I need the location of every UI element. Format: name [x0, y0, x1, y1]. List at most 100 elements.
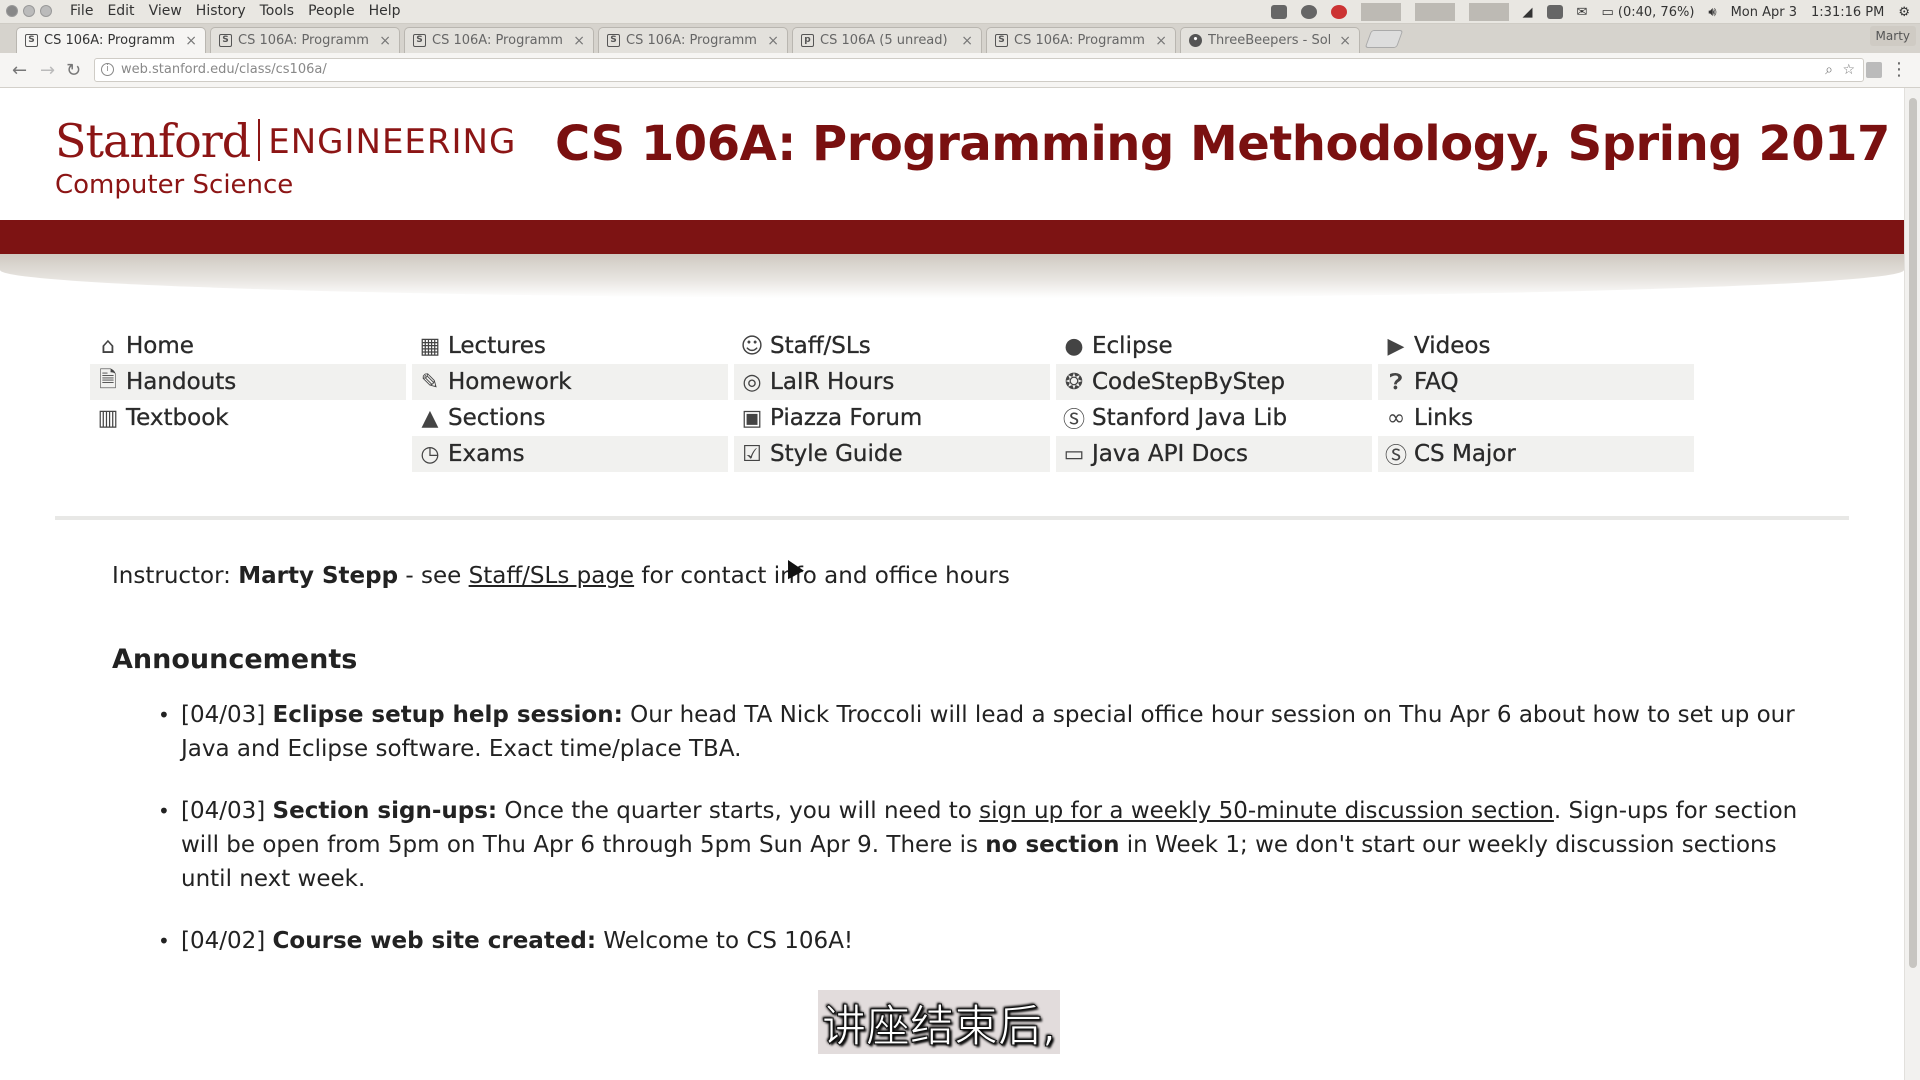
announcement-title: Course web site created:	[272, 928, 597, 954]
menu-people[interactable]: People	[308, 3, 355, 19]
instructor-name: Marty Stepp	[238, 563, 399, 589]
page-scrollbar[interactable]	[1904, 88, 1920, 1080]
camera-icon[interactable]	[1270, 5, 1287, 19]
profile-button[interactable]: Marty	[1869, 26, 1916, 46]
close-tab-icon[interactable]: ×	[379, 33, 391, 49]
menu-history[interactable]: History	[196, 3, 246, 19]
keyboard-layout-icon[interactable]	[1546, 5, 1563, 19]
settings-gear-icon[interactable]: ⚙	[1898, 5, 1910, 20]
nav-lair-hours[interactable]: ◎ LaIR Hours	[734, 364, 1050, 400]
tray-thumbnail[interactable]	[1414, 3, 1455, 21]
battery-indicator[interactable]: ▭ (0:40, 76%)	[1601, 5, 1694, 20]
nav-label: FAQ	[1414, 369, 1459, 395]
close-tab-icon[interactable]: ×	[961, 33, 973, 49]
announcement-date: [04/02]	[181, 928, 266, 954]
document-icon: 🗎	[99, 368, 117, 393]
browser-menu-icon[interactable]: ⋮	[1890, 59, 1908, 80]
nav-cs-major[interactable]: Ⓢ CS Major	[1378, 436, 1694, 472]
tab-cs106a-5[interactable]: S CS 106A: Programm ×	[986, 27, 1176, 53]
tab-title: CS 106A: Programm	[238, 33, 369, 48]
nav-videos[interactable]: ▶ Videos	[1378, 328, 1694, 364]
close-tab-icon[interactable]: ×	[185, 33, 197, 49]
menu-edit[interactable]: Edit	[107, 3, 134, 19]
nav-links[interactable]: ∞ Links	[1378, 400, 1694, 436]
nav-label: Stanford Java Lib	[1092, 405, 1288, 431]
smiley-icon: ☺	[740, 333, 764, 359]
tab-cs106a-2[interactable]: S CS 106A: Programm ×	[210, 27, 400, 53]
menu-tools[interactable]: Tools	[260, 3, 295, 19]
no-entry-icon[interactable]	[1330, 5, 1347, 19]
nav-faq[interactable]: ❓︎ FAQ	[1378, 364, 1694, 400]
instructor-suffix: for contact info and office hours	[634, 563, 1010, 589]
maximize-window-button[interactable]	[40, 5, 52, 17]
bookmark-star-icon[interactable]: ☆	[1842, 62, 1855, 78]
site-info-icon[interactable]: i	[101, 63, 114, 76]
nav-column-4: ● Eclipse ❂ CodeStepByStep Ⓢ Stanford Java …	[1056, 328, 1372, 472]
sync-icon[interactable]	[1300, 5, 1317, 19]
nav-label: Links	[1414, 405, 1474, 431]
wifi-icon[interactable]: ◢	[1523, 5, 1533, 20]
stanford-engineering-logo[interactable]: Stanford ENGINEERING Computer Science	[55, 114, 516, 200]
link-icon: ∞	[1386, 405, 1406, 431]
piazza-icon: p	[801, 34, 814, 47]
nav-textbook[interactable]: ▥ Textbook	[90, 400, 406, 436]
stanford-s-icon: Ⓢ	[1384, 444, 1407, 469]
close-tab-icon[interactable]: ×	[573, 33, 585, 49]
nav-homework[interactable]: ✎ Homework	[412, 364, 728, 400]
nav-java-api-docs[interactable]: ▭ Java API Docs	[1056, 436, 1372, 472]
back-arrow-icon[interactable]: ←	[12, 60, 27, 81]
extension-icon[interactable]	[1866, 62, 1882, 78]
tray-thumbnail[interactable]	[1468, 3, 1509, 21]
tab-title: CS 106A: Programm	[1014, 33, 1145, 48]
window-controls[interactable]	[6, 5, 52, 17]
system-tray: ◢ ✉ ▭ (0:40, 76%) 🔊︎ Mon Apr 3 1:31:16 P…	[1270, 3, 1910, 21]
forward-arrow-icon[interactable]: →	[40, 60, 55, 81]
browser-toolbar: ← → ↻ i web.stanford.edu/class/cs106a/ ⌕…	[0, 53, 1920, 88]
stanford-s-icon: Ⓢ	[1062, 408, 1085, 433]
close-tab-icon[interactable]: ×	[1339, 33, 1351, 49]
new-tab-button[interactable]	[1364, 30, 1404, 48]
nav-home[interactable]: ⌂ Home	[90, 328, 406, 364]
nav-label: Exams	[448, 441, 525, 467]
tab-piazza[interactable]: p CS 106A (5 unread) ×	[792, 27, 982, 53]
tab-cs106a-1[interactable]: S CS 106A: Programm ×	[16, 27, 206, 53]
zoom-icon[interactable]: ⌕	[1825, 62, 1833, 78]
section-signup-link[interactable]: sign up for a weekly 50-minute discussio…	[979, 798, 1554, 824]
nav-style-guide[interactable]: ☑ Style Guide	[734, 436, 1050, 472]
tab-cs106a-4[interactable]: S CS 106A: Programm ×	[598, 27, 788, 53]
menu-help[interactable]: Help	[369, 3, 401, 19]
staff-page-link[interactable]: Staff/SLs page	[469, 563, 634, 589]
nav-label: Sections	[448, 405, 546, 431]
nav-lectures[interactable]: ▦ Lectures	[412, 328, 728, 364]
close-tab-icon[interactable]: ×	[1155, 33, 1167, 49]
close-tab-icon[interactable]: ×	[767, 33, 779, 49]
nav-label: Homework	[448, 369, 572, 395]
nav-exams[interactable]: ◷ Exams	[412, 436, 728, 472]
nav-sections[interactable]: ▲ Sections	[412, 400, 728, 436]
reload-icon[interactable]: ↻	[66, 60, 81, 81]
close-window-button[interactable]	[6, 5, 18, 17]
minimize-window-button[interactable]	[23, 5, 35, 17]
nav-handouts[interactable]: 🗎 Handouts	[90, 364, 406, 400]
scrollbar-thumb[interactable]	[1909, 98, 1917, 968]
date-display[interactable]: Mon Apr 3	[1731, 5, 1797, 20]
volume-icon[interactable]: 🔊︎	[1708, 5, 1716, 20]
tab-threebeepers[interactable]: • ThreeBeepers - Sol ×	[1180, 27, 1360, 53]
nav-column-2: ▦ Lectures ✎ Homework ▲ Sections ◷ Exams	[412, 328, 728, 472]
nav-staff-sls[interactable]: ☺ Staff/SLs	[734, 328, 1050, 364]
menu-file[interactable]: File	[70, 3, 93, 19]
announcement-body: Once the quarter starts, you will need t…	[504, 798, 980, 824]
stanford-s-icon: S	[995, 34, 1008, 47]
address-bar[interactable]: i web.stanford.edu/class/cs106a/ ⌕ ☆	[94, 58, 1864, 82]
nav-stanford-java-lib[interactable]: Ⓢ Stanford Java Lib	[1056, 400, 1372, 436]
nav-codestepbystep[interactable]: ❂ CodeStepByStep	[1056, 364, 1372, 400]
tray-thumbnail[interactable]	[1360, 3, 1401, 21]
tab-title: CS 106A: Programm	[626, 33, 757, 48]
time-display[interactable]: 1:31:16 PM	[1811, 5, 1884, 20]
nav-eclipse[interactable]: ● Eclipse	[1056, 328, 1372, 364]
menu-view[interactable]: View	[149, 3, 182, 19]
nav-piazza-forum[interactable]: ▣ Piazza Forum	[734, 400, 1050, 436]
announcement-date: [04/03]	[181, 798, 266, 824]
mail-icon[interactable]: ✉	[1577, 5, 1588, 20]
tab-cs106a-3[interactable]: S CS 106A: Programm ×	[404, 27, 594, 53]
